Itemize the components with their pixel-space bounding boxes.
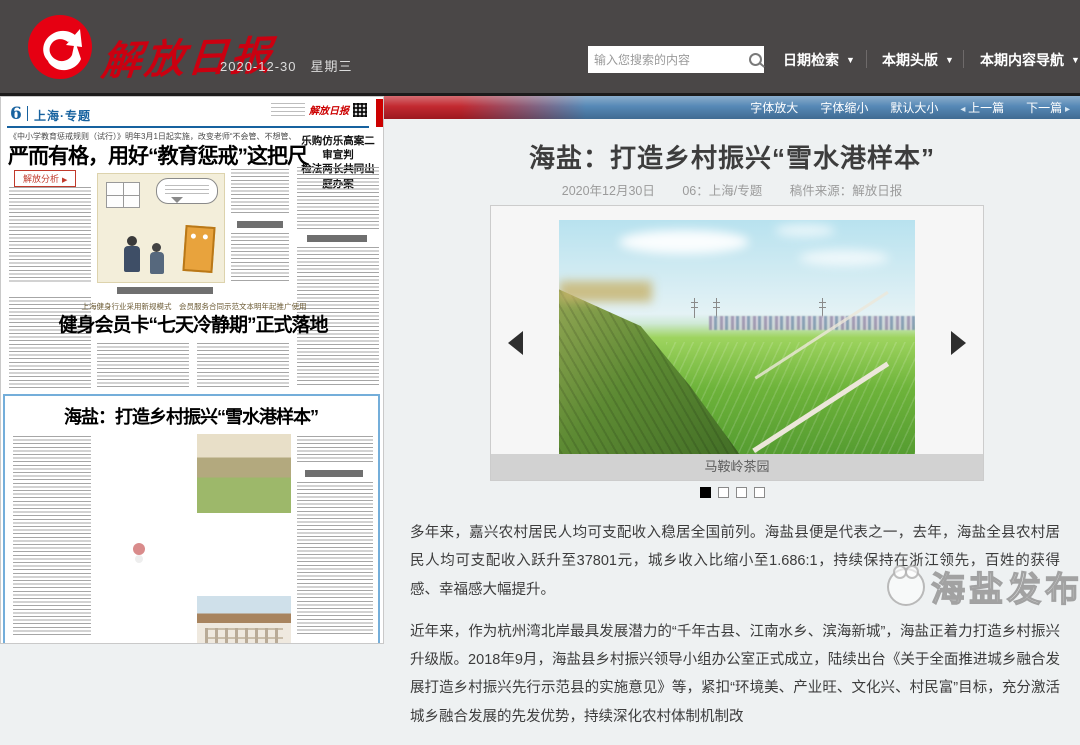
- article-panel: 字体放大 字体缩小 默认大小 ◂ 上一篇 下一篇 ▸ 海盐：打造乡村振兴“雪水港…: [384, 96, 1080, 725]
- village-strip-shape: [708, 316, 915, 331]
- greeked-text-column: [297, 482, 373, 637]
- prev-article-button[interactable]: ◂ 上一篇: [960, 99, 1004, 116]
- cartoon-rulebook: [182, 225, 216, 273]
- carousel-prev-arrow[interactable]: [508, 331, 523, 355]
- preview-photo-building: [197, 596, 291, 643]
- font-larger-button[interactable]: 字体放大: [750, 99, 798, 116]
- cloud-shape: [775, 224, 835, 237]
- brand-swoosh-icon: [43, 29, 82, 71]
- preview-current-article-highlight[interactable]: 海盐：打造乡村振兴“雪水港样本”: [3, 394, 380, 643]
- article-paragraph: 近年来，作为杭州湾北岸最具发展潜力的“千年古县、江南水乡、滨海新城”，海盐正着力…: [410, 623, 1060, 725]
- greeked-text-column: [9, 187, 91, 283]
- greeked-subhead: [237, 221, 283, 228]
- greeked-text-column: [97, 343, 189, 389]
- photo-caption: 马鞍岭茶园: [491, 454, 983, 480]
- greeked-subhead: [117, 287, 213, 294]
- page-number: 6: [10, 104, 22, 124]
- site-header: 解放日报 2020-12-30 星期三 日期检索 ▼ 本期头版 ▼ 本期内容导航 ▼: [0, 0, 1080, 96]
- prev-article-label: 上一篇: [968, 101, 1005, 115]
- article-toolbar: 字体放大 字体缩小 默认大小 ◂ 上一篇 下一篇 ▸: [384, 96, 1080, 119]
- font-default-button[interactable]: 默认大小: [890, 99, 938, 116]
- carousel-dot-4[interactable]: [753, 487, 765, 498]
- preview-article3-headline[interactable]: 海盐：打造乡村振兴“雪水港样本”: [15, 403, 367, 429]
- article-paragraph: 多年来，嘉兴农村居民人均可支配收入稳居全国前列。海盐县便是代表之一，去年，海盐全…: [410, 525, 1060, 598]
- mini-masthead-info: [271, 103, 305, 116]
- font-smaller-button[interactable]: 字体缩小: [820, 99, 868, 116]
- preview-article1-headline[interactable]: 严而有格，用好“教育惩戒”这把尺: [8, 140, 308, 170]
- menu-date-search[interactable]: 日期检索 ▼: [783, 50, 855, 70]
- preview-photo-field: [99, 434, 193, 513]
- page-edge-marker: [376, 99, 383, 127]
- carousel-dots: [384, 487, 1080, 498]
- greeked-text-column: [231, 233, 289, 283]
- greeked-subhead: [305, 470, 363, 477]
- carousel-next-arrow[interactable]: [951, 331, 966, 355]
- greeked-text-column: [13, 436, 91, 636]
- carousel-dot-1[interactable]: [699, 487, 711, 498]
- menu-front-page-label: 本期头版: [882, 52, 938, 68]
- menu-content-nav[interactable]: 本期内容导航 ▼: [980, 50, 1080, 70]
- newspaper-page-preview: 6 上海·专题 解放日报 《中小学教育惩戒规则（试行）》明年3月1日起实施，改变…: [0, 96, 384, 644]
- greeked-text-column: [231, 169, 289, 215]
- weekday-value: 星期三: [310, 59, 353, 74]
- cartoon-figure: [124, 236, 140, 272]
- chevron-down-icon: ▼: [945, 55, 954, 65]
- search-input[interactable]: [594, 52, 749, 67]
- brand-logo-text: 解放日报: [99, 32, 277, 85]
- menu-separator: [866, 50, 867, 68]
- preview-photo-aerial: [197, 434, 291, 513]
- speech-bubble: [156, 178, 218, 204]
- bubble-text-lines: [165, 185, 209, 197]
- preview-article2-headline[interactable]: 健身会员卡“七天冷静期”正式落地: [47, 310, 339, 337]
- cartoon-window: [106, 182, 140, 208]
- preview-article1-tag: 解放分析: [14, 170, 77, 187]
- brand-logo-icon: [28, 15, 92, 79]
- date-value: 2020-12-30: [220, 59, 297, 74]
- search-icon[interactable]: [749, 53, 762, 66]
- chevron-down-icon: ▼: [1071, 55, 1080, 65]
- menu-date-search-label: 日期检索: [783, 52, 839, 68]
- menu-separator: [963, 50, 964, 68]
- arrow-left-icon: ◂: [960, 104, 969, 115]
- power-tower-shape: [712, 297, 720, 318]
- article-body: 多年来，嘉兴农村居民人均可支配收入稳居全国前列。海盐县便是代表之一，去年，海盐全…: [410, 519, 1060, 745]
- arrow-right-icon: ▸: [1062, 104, 1070, 115]
- article-title: 海盐：打造乡村振兴“雪水港样本”: [528, 143, 935, 173]
- search-box[interactable]: [588, 46, 764, 73]
- section-rule: [7, 126, 369, 128]
- greeked-subhead: [307, 235, 367, 242]
- greeked-text-column: [197, 343, 289, 389]
- preview-photo-harvest: [99, 517, 193, 596]
- next-article-button[interactable]: 下一篇 ▸: [1026, 99, 1070, 116]
- menu-front-page[interactable]: 本期头版 ▼: [882, 50, 954, 70]
- greeked-text-column: [297, 436, 373, 464]
- qr-code-icon: [353, 102, 367, 117]
- power-tower-shape: [691, 297, 699, 318]
- cartoon-figure: [150, 243, 164, 274]
- page-header-divider: [27, 106, 28, 121]
- greeked-text-column: [297, 167, 379, 229]
- carousel-dot-2[interactable]: [717, 487, 729, 498]
- power-tower-shape: [819, 297, 827, 318]
- article-source: 稿件来源：解放日报: [789, 184, 903, 198]
- next-article-label: 下一篇: [1026, 101, 1063, 115]
- header-date: 2020-12-30 星期三: [220, 56, 367, 75]
- article-meta: 2020年12月30日 06：上海/专题 稿件来源：解放日报: [384, 180, 1080, 199]
- mini-masthead: 解放日报: [271, 102, 367, 117]
- chevron-down-icon: ▼: [846, 55, 855, 65]
- cloud-shape: [799, 250, 889, 266]
- carousel-dot-3[interactable]: [735, 487, 747, 498]
- article-date: 2020年12月30日: [561, 184, 655, 198]
- hill-highlight-shape: [559, 281, 652, 303]
- page-section-label: 上海·专题: [34, 109, 91, 123]
- side-headline-line1: 乐购仿乐高案二审宣判: [301, 135, 375, 162]
- article-edition: 06：上海/专题: [682, 184, 763, 198]
- cartoon-illustration: [97, 173, 225, 283]
- mini-brand-text: 解放日报: [309, 106, 349, 117]
- carousel-photo-tea-garden: [559, 220, 915, 455]
- menu-content-nav-label: 本期内容导航: [980, 52, 1064, 68]
- photo-carousel: 马鞍岭茶园: [490, 205, 984, 481]
- cloud-shape: [619, 230, 749, 254]
